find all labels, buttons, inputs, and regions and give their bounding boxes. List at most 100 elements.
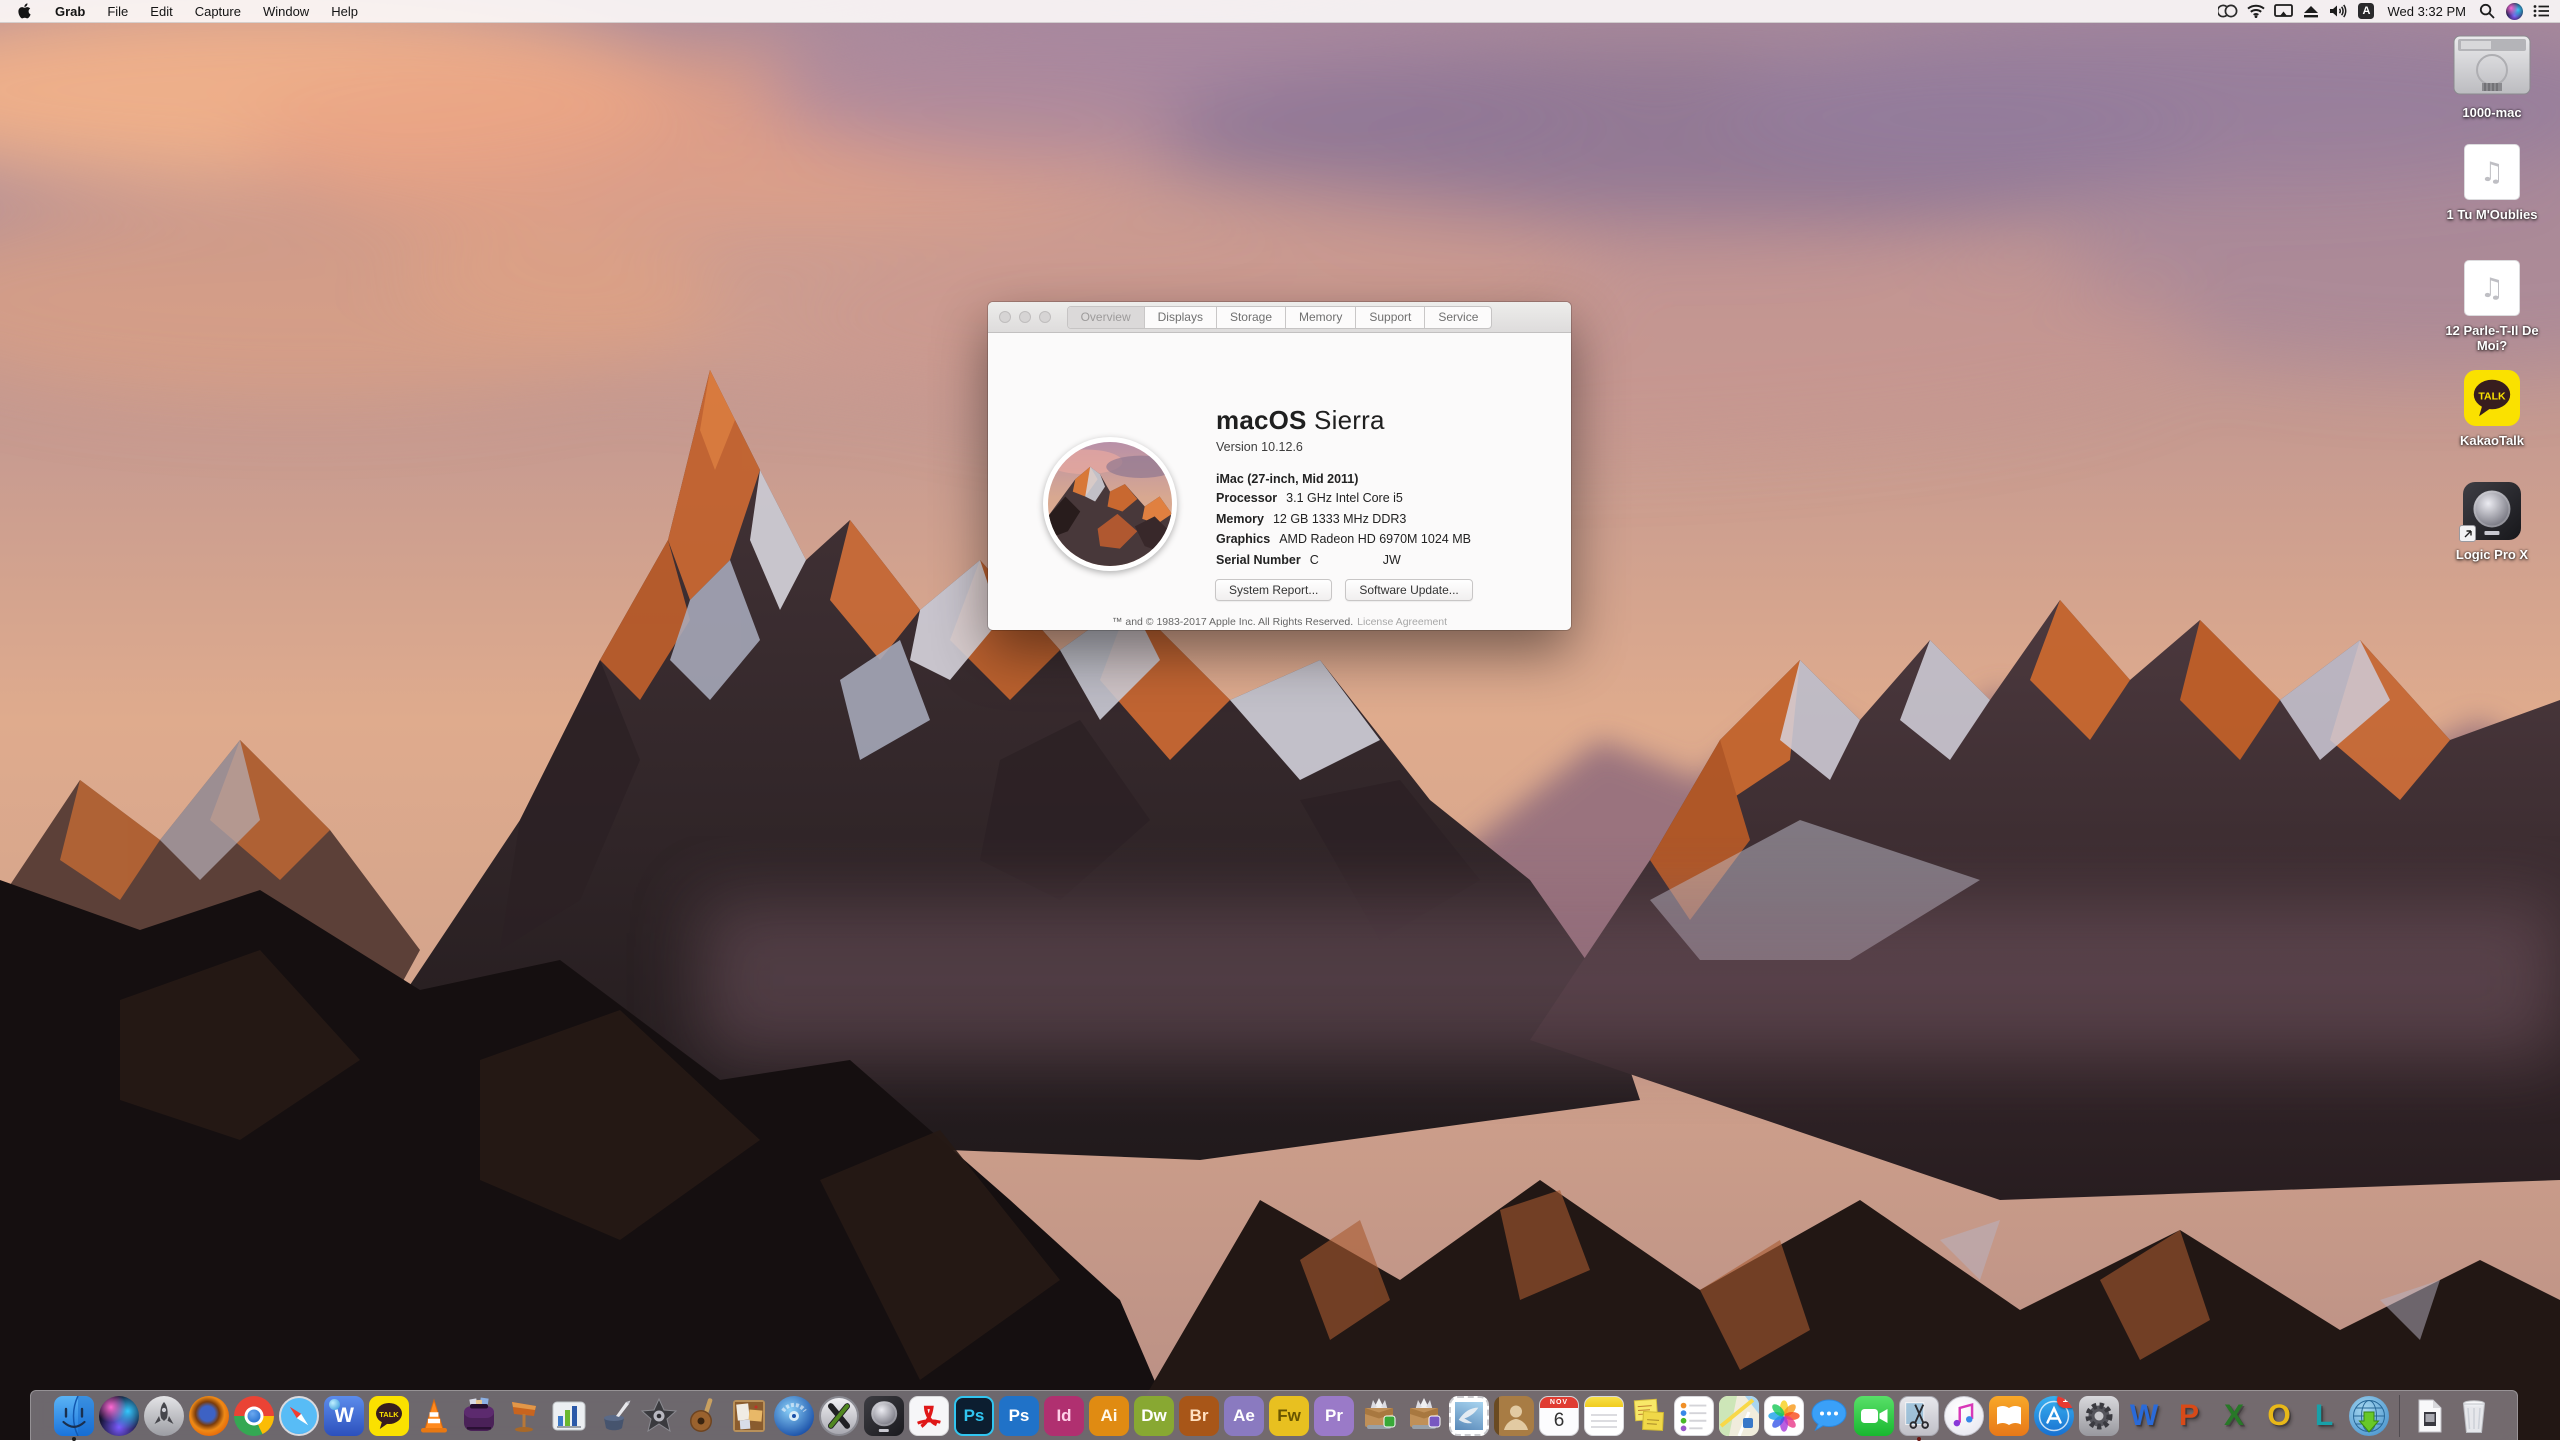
tab-service[interactable]: Service bbox=[1425, 307, 1491, 328]
system-report-button[interactable]: System Report... bbox=[1215, 579, 1332, 601]
dock-kakaotalk[interactable]: TALK bbox=[368, 1394, 411, 1438]
desktop-icon-label: 1000-mac bbox=[2462, 105, 2521, 120]
notification-center-icon[interactable] bbox=[2532, 2, 2550, 20]
dock-after-effects[interactable]: Ae bbox=[1223, 1394, 1266, 1438]
zoom-button[interactable] bbox=[1039, 311, 1051, 323]
dock-itunes[interactable] bbox=[1943, 1394, 1986, 1438]
menu-bar-left: GrabFileEditCaptureWindowHelp bbox=[10, 3, 369, 19]
close-button[interactable] bbox=[999, 311, 1011, 323]
dock-dreamweaver[interactable]: Dw bbox=[1133, 1394, 1176, 1438]
dock-keynote[interactable] bbox=[503, 1394, 546, 1438]
spotlight-search-icon[interactable] bbox=[2478, 2, 2496, 20]
dock-toast[interactable] bbox=[458, 1394, 501, 1438]
dock-safari[interactable] bbox=[278, 1394, 321, 1438]
dock-stuffit[interactable] bbox=[1403, 1394, 1446, 1438]
mac-model: iMac (27-inch, Mid 2011) bbox=[1216, 472, 1358, 486]
dock-x-media-app[interactable] bbox=[818, 1394, 861, 1438]
dock-grab[interactable] bbox=[1898, 1394, 1941, 1438]
dock-messages[interactable] bbox=[1808, 1394, 1851, 1438]
menu-bar-status: A Wed 3:32 PM bbox=[2218, 2, 2550, 20]
dock-word[interactable]: W bbox=[2123, 1394, 2166, 1438]
dock-acrobat[interactable] bbox=[908, 1394, 951, 1438]
dock-system-preferences[interactable] bbox=[2078, 1394, 2121, 1438]
display-airplay-icon[interactable] bbox=[2274, 2, 2293, 20]
input-source-icon[interactable]: A bbox=[2357, 2, 2375, 20]
menu-bar-clock[interactable]: Wed 3:32 PM bbox=[2387, 4, 2466, 19]
dock-stickies[interactable] bbox=[1628, 1394, 1671, 1438]
desktop-icon-logic-pro-x-alias[interactable]: Logic Pro X bbox=[2422, 482, 2560, 562]
siri-icon[interactable] bbox=[2505, 2, 2523, 20]
dock-fireworks[interactable]: Fw bbox=[1268, 1394, 1311, 1438]
dock-siri[interactable] bbox=[98, 1394, 141, 1438]
dock-maps[interactable] bbox=[1718, 1394, 1761, 1438]
dock-photoshop-cc[interactable]: Ps bbox=[953, 1394, 996, 1438]
dock-powerpoint[interactable]: P bbox=[2168, 1394, 2211, 1438]
desktop-icon-disk-1000-mac[interactable]: 1000-mac bbox=[2422, 34, 2560, 120]
dock-numbers[interactable] bbox=[548, 1394, 591, 1438]
dock-web-downloader[interactable] bbox=[2348, 1394, 2391, 1438]
menu-edit[interactable]: Edit bbox=[139, 4, 183, 19]
volume-icon[interactable] bbox=[2329, 2, 2348, 20]
dock-logic-pro[interactable] bbox=[863, 1394, 906, 1438]
dock-ibooks[interactable] bbox=[1988, 1394, 2031, 1438]
dock-launchpad[interactable] bbox=[143, 1394, 186, 1438]
spec-memory: Memory12 GB 1333 MHz DDR3 bbox=[1216, 512, 1471, 526]
dock-photoshop[interactable]: Ps bbox=[998, 1394, 1041, 1438]
dock-excel[interactable]: X bbox=[2213, 1394, 2256, 1438]
desktop-icon-label: 1 Tu M'Oublies bbox=[2447, 207, 2538, 222]
dock-vlc[interactable] bbox=[413, 1394, 456, 1438]
dock-facetime[interactable] bbox=[1853, 1394, 1896, 1438]
about-overview-panel: macOS Sierra Version 10.12.6 iMac (27-in… bbox=[988, 333, 1571, 630]
tab-memory[interactable]: Memory bbox=[1286, 307, 1356, 328]
dock-photos[interactable] bbox=[1763, 1394, 1806, 1438]
dock-imovie[interactable] bbox=[638, 1394, 681, 1438]
dock-trash[interactable] bbox=[2453, 1394, 2496, 1438]
tab-displays[interactable]: Displays bbox=[1145, 307, 1217, 328]
dock-idvd[interactable] bbox=[773, 1394, 816, 1438]
os-version: Version 10.12.6 bbox=[1216, 440, 1303, 454]
dock-pinboard-collage[interactable] bbox=[728, 1394, 771, 1438]
eject-icon[interactable] bbox=[2302, 2, 2320, 20]
dock-mail[interactable] bbox=[1448, 1394, 1491, 1438]
window-titlebar[interactable]: OverviewDisplaysStorageMemorySupportServ… bbox=[988, 302, 1571, 333]
dock-pages[interactable] bbox=[593, 1394, 636, 1438]
dock-firefox[interactable] bbox=[188, 1394, 231, 1438]
dock-bridge[interactable]: Br bbox=[1178, 1394, 1221, 1438]
menu-capture[interactable]: Capture bbox=[184, 4, 252, 19]
menu-grab[interactable]: Grab bbox=[44, 4, 96, 19]
minimize-button[interactable] bbox=[1019, 311, 1031, 323]
dock-finder[interactable] bbox=[53, 1394, 96, 1438]
dock-outlook[interactable]: O bbox=[2258, 1394, 2301, 1438]
dock-garageband[interactable] bbox=[683, 1394, 726, 1438]
dock-contacts[interactable] bbox=[1493, 1394, 1536, 1438]
wifi-icon[interactable] bbox=[2247, 2, 2265, 20]
tab-overview[interactable]: Overview bbox=[1068, 307, 1145, 328]
menu-file[interactable]: File bbox=[96, 4, 139, 19]
desktop-icon-audio-file-1[interactable]: ♫1 Tu M'Oublies bbox=[2422, 144, 2560, 222]
menu-help[interactable]: Help bbox=[320, 4, 369, 19]
tab-storage[interactable]: Storage bbox=[1217, 307, 1286, 328]
license-agreement-link[interactable]: License Agreement bbox=[1357, 616, 1447, 628]
desktop-icon-label: Logic Pro X bbox=[2456, 547, 2528, 562]
dock-illustrator[interactable]: Ai bbox=[1088, 1394, 1131, 1438]
desktop-icon-audio-file-2[interactable]: ♫12 Parle-T-Il De Moi? bbox=[2422, 260, 2560, 353]
desktop-icon-kakaotalk[interactable]: TALKKakaoTalk bbox=[2422, 370, 2560, 448]
software-update-button[interactable]: Software Update... bbox=[1345, 579, 1472, 601]
dock-reminders[interactable] bbox=[1673, 1394, 1716, 1438]
dock-indesign[interactable]: Id bbox=[1043, 1394, 1086, 1438]
dock-premiere[interactable]: Pr bbox=[1313, 1394, 1356, 1438]
dock-documents-stack[interactable] bbox=[2408, 1394, 2451, 1438]
apple-menu[interactable] bbox=[10, 3, 44, 19]
dock: WTALKPsPsIdAiDwBrAeFwPrNOV613WPXOL bbox=[30, 1390, 2518, 1440]
dock-iweb[interactable]: W bbox=[323, 1394, 366, 1438]
creative-cloud-icon[interactable] bbox=[2218, 2, 2238, 20]
tab-support[interactable]: Support bbox=[1356, 307, 1425, 328]
dock-notes[interactable] bbox=[1583, 1394, 1626, 1438]
dock-stuffit-expander[interactable] bbox=[1358, 1394, 1401, 1438]
dock-lync[interactable]: L bbox=[2303, 1394, 2346, 1438]
dock-calendar[interactable]: NOV6 bbox=[1538, 1394, 1581, 1438]
dock-chrome[interactable] bbox=[233, 1394, 276, 1438]
menu-window[interactable]: Window bbox=[252, 4, 320, 19]
app-store-badge: 13 bbox=[2057, 1396, 2074, 1408]
dock-app-store[interactable]: 13 bbox=[2033, 1394, 2076, 1438]
